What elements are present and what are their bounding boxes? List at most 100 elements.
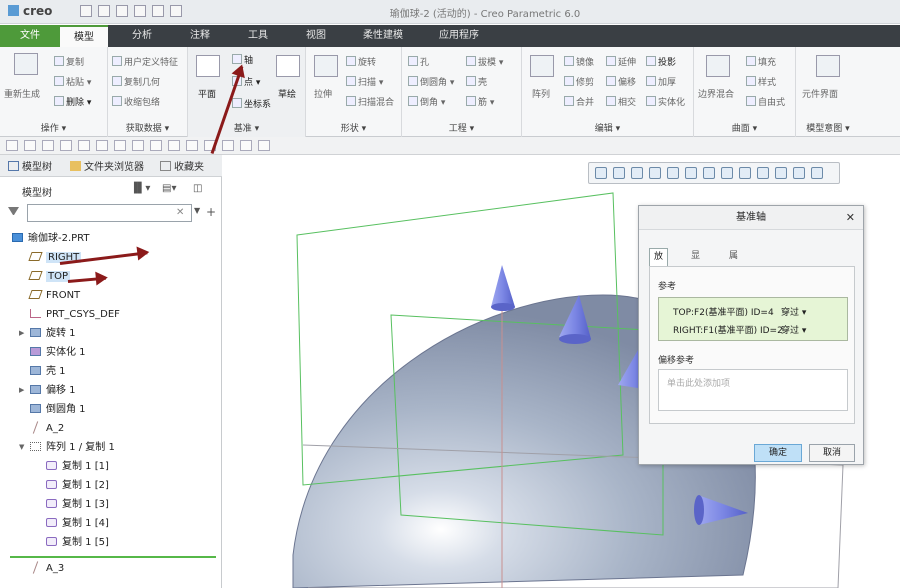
tree-item-copy-5[interactable]: 复制 1 [5]: [46, 534, 109, 551]
refit-icon[interactable]: [595, 167, 607, 179]
btn-revolve[interactable]: 旋转: [346, 55, 376, 68]
tree-item-shell[interactable]: 壳 1: [30, 363, 66, 380]
group-label-model-intent[interactable]: 模型意图 ▾: [796, 121, 860, 134]
clear-search-icon[interactable]: ✕: [176, 207, 184, 218]
tree-item-pattern[interactable]: ▼ 阵列 1 / 复制 1: [19, 439, 115, 456]
windows-small-icon[interactable]: [96, 140, 108, 151]
expand-icon[interactable]: ▶: [19, 382, 24, 399]
btn-intersect[interactable]: 相交: [606, 95, 636, 108]
btn-sketch[interactable]: 草绘: [278, 87, 296, 100]
new-small-icon[interactable]: [6, 140, 18, 151]
group-label-shapes[interactable]: 形状 ▾: [306, 121, 401, 134]
menu-tools[interactable]: 工具: [234, 25, 282, 47]
btn-plane[interactable]: 平面: [198, 87, 216, 100]
btn-draft[interactable]: 拔模 ▾: [466, 55, 503, 68]
btn-extrude[interactable]: 拉伸: [314, 87, 332, 100]
btn-delete[interactable]: 删除 ▾: [54, 95, 91, 108]
btn-chamfer[interactable]: 倒角 ▾: [408, 95, 445, 108]
group-label-get-data[interactable]: 获取数据 ▾: [108, 121, 187, 134]
cancel-button[interactable]: 取消: [809, 444, 855, 462]
btn-rib[interactable]: 筋 ▾: [466, 95, 494, 108]
tree-item-axis-a2[interactable]: A_2: [30, 420, 64, 437]
customize-small-icon[interactable]: [258, 140, 270, 151]
tree-search-input[interactable]: [27, 204, 192, 222]
menu-analysis[interactable]: 分析: [118, 25, 166, 47]
tree-item-copy-2[interactable]: 复制 1 [2]: [46, 477, 109, 494]
tree-item-copy-4[interactable]: 复制 1 [4]: [46, 515, 109, 532]
datum-display-icon[interactable]: [757, 167, 769, 179]
group-label-engineering[interactable]: 工程 ▾: [402, 121, 521, 134]
tab-properties[interactable]: 属性: [725, 248, 742, 278]
btn-offset[interactable]: 偏移: [606, 75, 636, 88]
btn-thicken[interactable]: 加厚: [646, 75, 676, 88]
zoom-out-icon[interactable]: [631, 167, 643, 179]
btn-fill[interactable]: 填充: [746, 55, 776, 68]
component-interface-big-icon[interactable]: [816, 55, 840, 77]
boundary-blend-big-icon[interactable]: [706, 55, 730, 77]
offset-references-box[interactable]: 单击此处添加项: [658, 369, 848, 411]
close-window-small-icon[interactable]: [114, 140, 126, 151]
menu-annotate[interactable]: 注释: [176, 25, 224, 47]
view-manager-icon[interactable]: [703, 167, 715, 179]
btn-shell[interactable]: 壳: [466, 75, 487, 88]
sketch-big-icon[interactable]: [276, 55, 300, 77]
tree-item-copy-1[interactable]: 复制 1 [1]: [46, 458, 109, 475]
btn-copy[interactable]: 复制: [54, 55, 84, 68]
regenerate-small-icon[interactable]: [78, 140, 90, 151]
btn-style[interactable]: 样式: [746, 75, 776, 88]
btn-solidify[interactable]: 实体化: [646, 95, 685, 108]
close-icon[interactable]: ✕: [846, 211, 855, 224]
tree-filters-icon[interactable]: ▤▾: [162, 183, 176, 194]
tab-folder-browser[interactable]: 文件夹浏览器: [70, 158, 144, 173]
add-filter-icon[interactable]: +: [206, 205, 216, 219]
tree-options-icon[interactable]: ◫: [193, 183, 202, 194]
btn-trim[interactable]: 修剪: [564, 75, 594, 88]
tab-favorites[interactable]: 收藏夹: [160, 158, 204, 173]
btn-copy-geometry[interactable]: 复制几何: [112, 75, 160, 88]
expand-icon[interactable]: ▶: [19, 325, 24, 342]
tree-item-offset[interactable]: ▶ 偏移 1: [19, 382, 76, 399]
menu-file[interactable]: 文件: [0, 25, 60, 47]
btn-merge[interactable]: 合并: [564, 95, 594, 108]
btn-sweep[interactable]: 扫描 ▾: [346, 75, 383, 88]
constraint-type-dropdown[interactable]: 穿过 ▾: [781, 305, 806, 318]
btn-component-interface[interactable]: 元件界面: [802, 87, 838, 100]
tab-model-tree[interactable]: 模型树: [8, 158, 52, 173]
extrude-big-icon[interactable]: [314, 55, 338, 77]
tree-item-csys[interactable]: PRT_CSYS_DEF: [30, 306, 120, 323]
group-label-datum[interactable]: 基准 ▾: [188, 121, 305, 134]
regenerate-big-icon[interactable]: [14, 53, 38, 75]
reference-row-right[interactable]: RIGHT:F1(基准平面) ID=2 穿过 ▾: [673, 323, 806, 336]
btn-udf[interactable]: 用户定义特征: [112, 55, 178, 68]
tab-placement[interactable]: 放置: [649, 248, 669, 279]
btn-csys[interactable]: 坐标系: [232, 97, 271, 110]
spin-center-small-icon[interactable]: [222, 140, 234, 151]
tree-item-part[interactable]: 瑜伽球-2.PRT: [12, 230, 90, 247]
btn-pattern[interactable]: 阵列: [532, 87, 550, 100]
datum-display-small-icon[interactable]: [168, 140, 180, 151]
btn-regenerate[interactable]: 重新生成: [4, 87, 40, 100]
group-label-surfaces[interactable]: 曲面 ▾: [694, 121, 795, 134]
perspective-icon[interactable]: [721, 167, 733, 179]
tree-item-front[interactable]: FRONT: [28, 287, 80, 304]
tree-item-axis-a3[interactable]: A_3: [30, 560, 64, 577]
display-style-icon[interactable]: [667, 167, 679, 179]
reference-row-top[interactable]: TOP:F2(基准平面) ID=4 穿过 ▾: [673, 305, 806, 318]
menu-flexible-modeling[interactable]: 柔性建模: [350, 25, 416, 47]
search-dropdown-icon[interactable]: ▼: [194, 206, 200, 215]
repaint-icon[interactable]: [649, 167, 661, 179]
spin-center-icon[interactable]: [793, 167, 805, 179]
tree-item-round[interactable]: 倒圆角 1: [30, 401, 86, 418]
undo-small-icon[interactable]: [42, 140, 54, 151]
btn-shrinkwrap[interactable]: 收缩包络: [112, 95, 160, 108]
tree-settings-icon[interactable]: ▐▌▾: [130, 183, 150, 194]
datum-plane-big-icon[interactable]: [196, 55, 220, 77]
print-small-icon[interactable]: [132, 140, 144, 151]
section-icon[interactable]: [739, 167, 751, 179]
tree-item-copy-3[interactable]: 复制 1 [3]: [46, 496, 109, 513]
tree-item-right[interactable]: RIGHT: [28, 249, 82, 266]
annotation-display-icon[interactable]: [775, 167, 787, 179]
menu-view[interactable]: 视图: [292, 25, 340, 47]
btn-project[interactable]: 投影: [646, 55, 676, 68]
tree-item-revolve[interactable]: ▶ 旋转 1: [19, 325, 76, 342]
